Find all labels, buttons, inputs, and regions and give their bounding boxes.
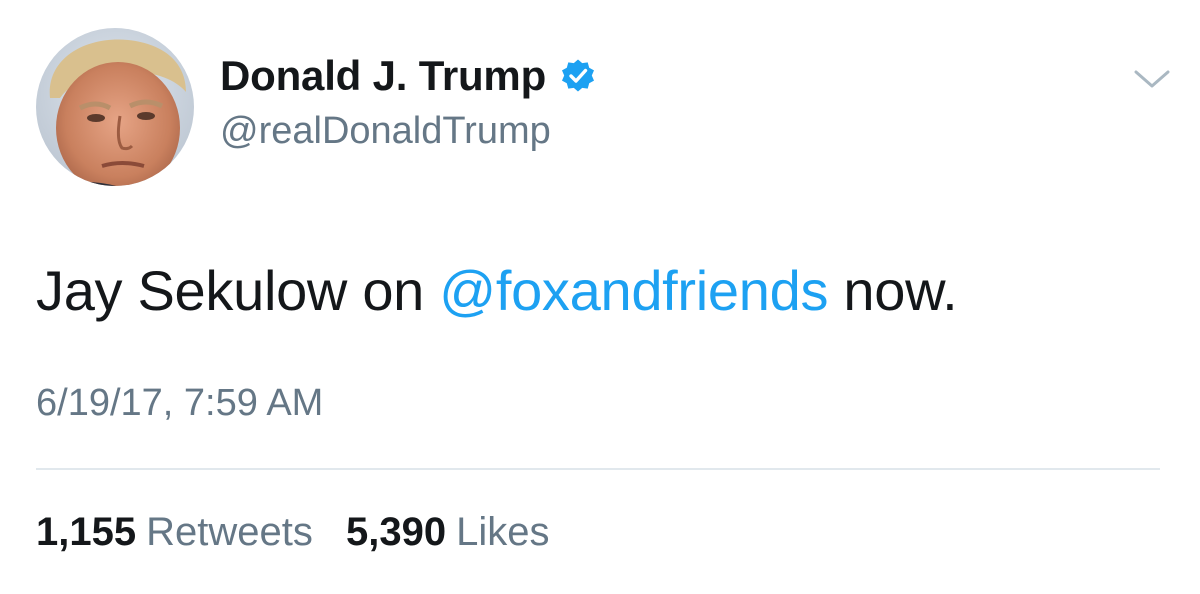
- retweets-stat[interactable]: 1,155 Retweets: [36, 510, 313, 555]
- display-name-row: Donald J. Trump: [220, 48, 596, 104]
- tweet-text-after: now.: [828, 259, 958, 322]
- chevron-down-icon: [1134, 70, 1170, 88]
- tweet-text-before: Jay Sekulow on: [36, 259, 440, 322]
- user-handle[interactable]: @realDonaldTrump: [220, 110, 596, 153]
- likes-label: Likes: [456, 510, 550, 554]
- mention-link[interactable]: @foxandfriends: [439, 259, 828, 322]
- retweets-count: 1,155: [36, 510, 137, 554]
- tweet-menu-button[interactable]: [1130, 64, 1174, 94]
- divider: [36, 468, 1160, 470]
- retweets-label: Retweets: [146, 510, 313, 554]
- likes-count: 5,390: [345, 510, 447, 554]
- tweet-card: Donald J. Trump @realDonaldTrump Jay Sek…: [0, 0, 1200, 594]
- verified-badge-icon: [560, 58, 596, 94]
- tweet-text: Jay Sekulow on @foxandfriends now.: [36, 258, 958, 323]
- profile-photo-icon: [36, 28, 194, 186]
- avatar[interactable]: [36, 28, 194, 186]
- tweet-stats: 1,155 Retweets 5,390 Likes: [36, 510, 549, 555]
- display-name[interactable]: Donald J. Trump: [220, 52, 546, 100]
- tweet-timestamp[interactable]: 6/19/17, 7:59 AM: [36, 382, 323, 425]
- likes-stat[interactable]: 5,390 Likes: [346, 510, 550, 555]
- author-info: Donald J. Trump @realDonaldTrump: [220, 48, 596, 153]
